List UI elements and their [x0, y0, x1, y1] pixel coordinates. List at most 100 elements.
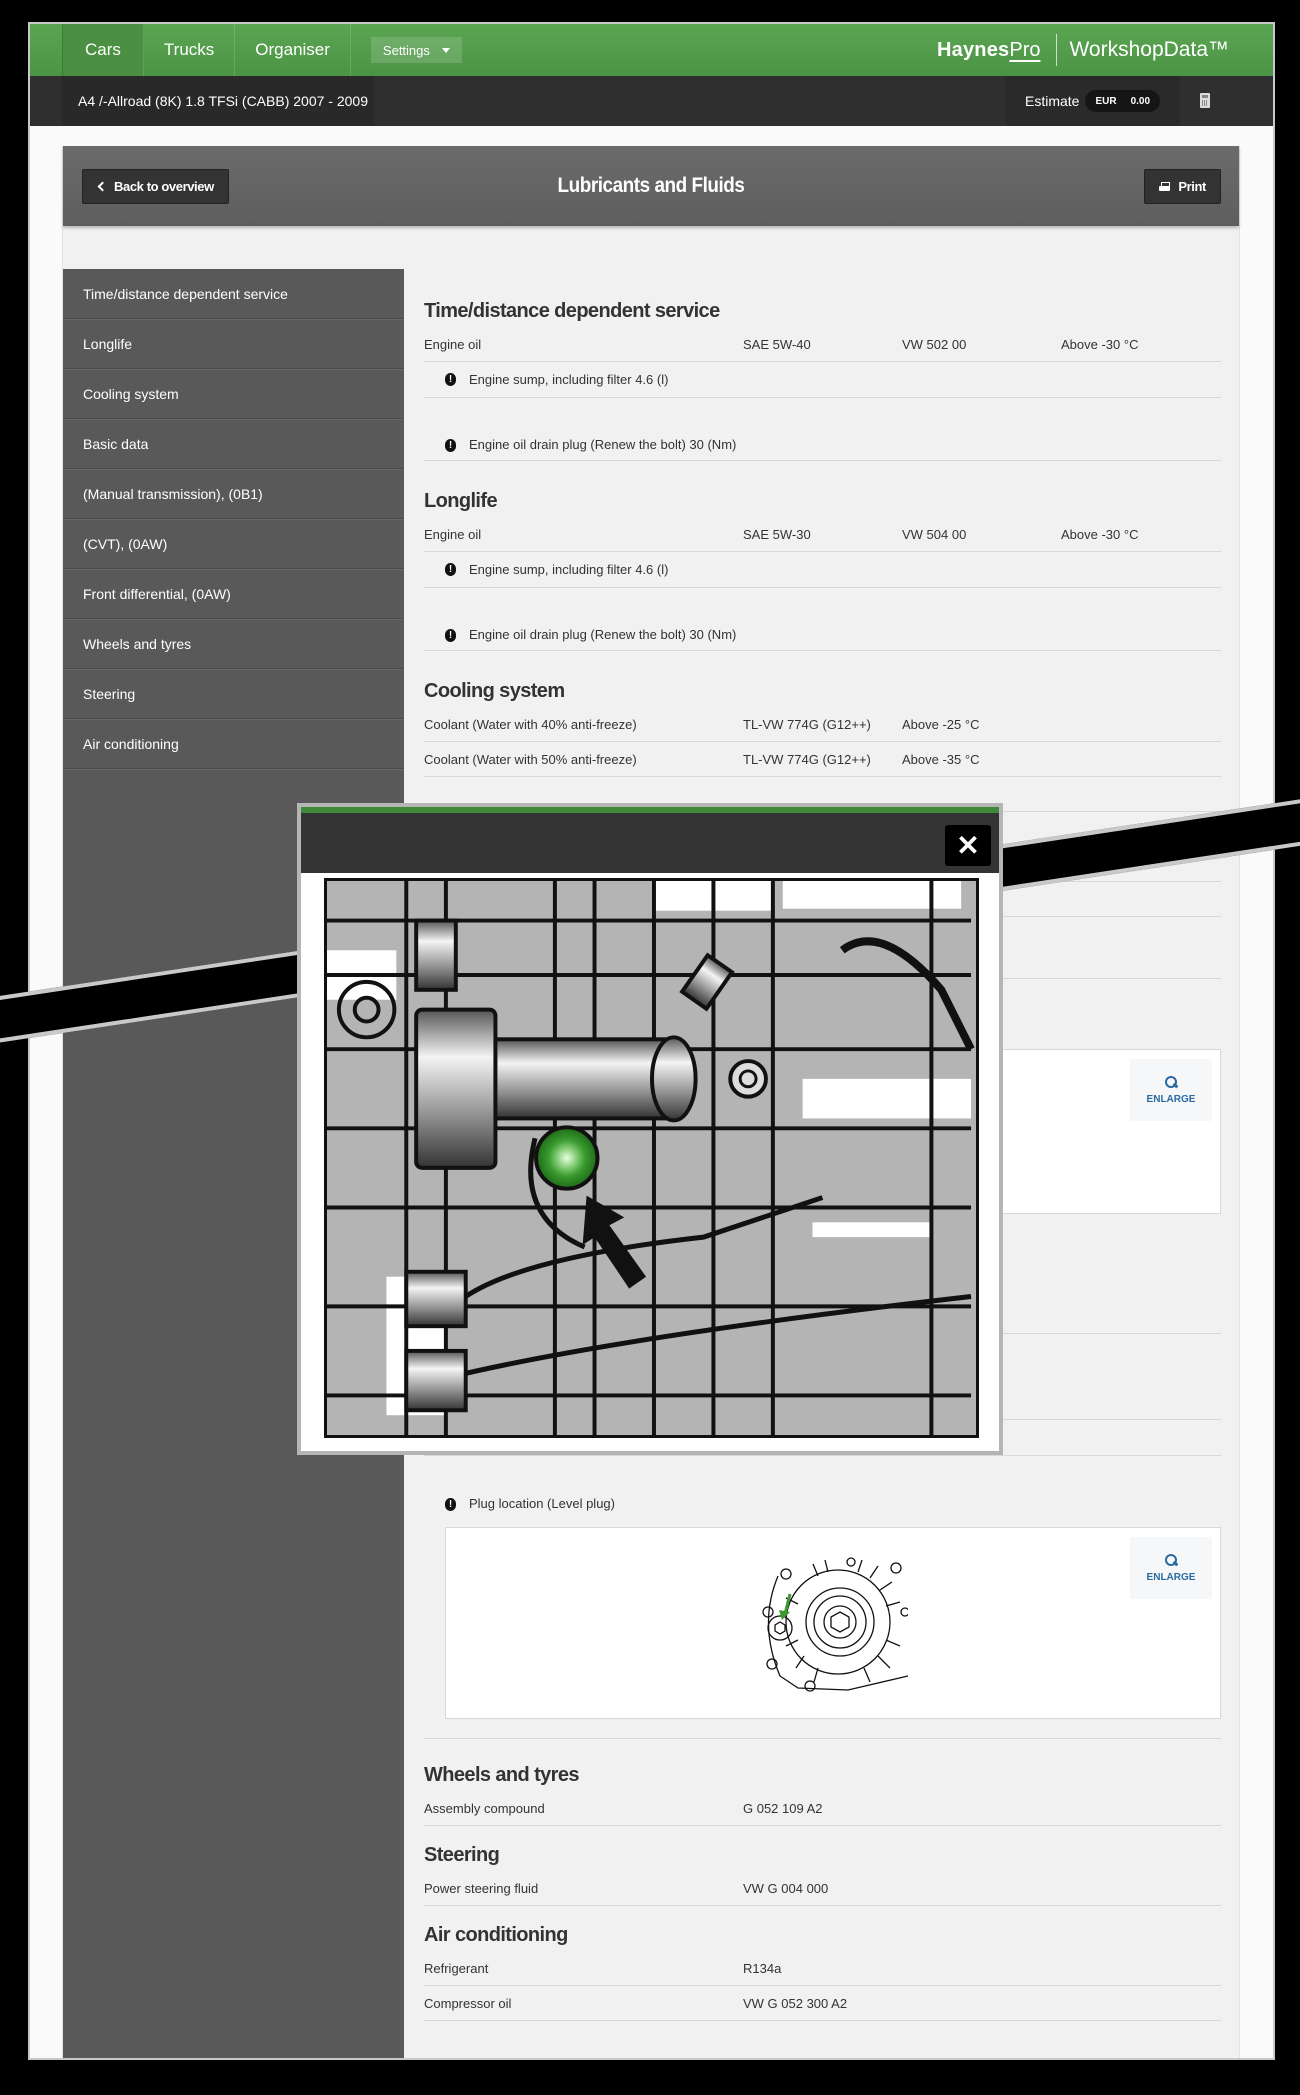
tab-cars[interactable]: Cars	[62, 24, 144, 76]
image-card-plug-location: ENLARGE	[445, 1527, 1221, 1719]
brand-haynes: Haynes	[937, 38, 1010, 61]
note-text: Plug location (Level plug)	[469, 1496, 615, 1511]
enlarge-button[interactable]: ENLARGE	[1130, 1059, 1212, 1121]
magnifier-icon	[1164, 1075, 1178, 1090]
estimate-amount: 0.00	[1130, 95, 1151, 107]
sidebar-item-cooling-system[interactable]: Cooling system	[63, 369, 404, 419]
fluid-temp: Above -30 °C	[1061, 336, 1139, 352]
sidebar-item-time-distance-service[interactable]: Time/distance dependent service	[63, 269, 404, 319]
brand-logo: Haynes Pro WorkshopData™	[937, 24, 1229, 76]
fluid-temp: Above -25 °C	[902, 716, 980, 732]
settings-dropdown[interactable]: Settings	[370, 37, 462, 63]
note-row: ! Engine sump, including filter 4.6 (l)	[424, 362, 1221, 398]
chevron-down-icon	[441, 47, 450, 53]
brand-product: WorkshopData™	[1069, 38, 1229, 61]
table-row: Compressor oil VW G 052 300 A2	[424, 1986, 1221, 2021]
close-icon: ✕	[956, 830, 980, 861]
sidebar-item-cvt[interactable]: (CVT), (0AW)	[63, 519, 404, 569]
fluid-spec: TL-VW 774G (G12++)	[743, 751, 871, 767]
sidebar-item-basic-data[interactable]: Basic data	[63, 419, 404, 469]
fluid-spec: SAE 5W-40	[743, 336, 811, 352]
section-heading-cooling: Cooling system	[424, 680, 565, 702]
print-label: Print	[1178, 179, 1206, 194]
fluid-spec: VW G 052 300 A2	[743, 1995, 848, 2011]
note-text: Engine oil drain plug (Renew the bolt) 3…	[469, 437, 737, 452]
fluid-temp: Above -30 °C	[1061, 526, 1139, 542]
fluid-name: Power steering fluid	[424, 1880, 539, 1896]
brand-pro: Pro	[1009, 38, 1041, 61]
sidebar-item-manual-transmission[interactable]: (Manual transmission), (0B1)	[63, 469, 404, 519]
settings-label: Settings	[382, 42, 430, 58]
fluid-spec: R134a	[743, 1960, 782, 1976]
vehicle-selector[interactable]: A4 /-Allroad (8K) 1.8 TFSi (CABB) 2007 -…	[62, 76, 374, 126]
fluid-name: Refrigerant	[424, 1960, 489, 1976]
tab-trucks[interactable]: Trucks	[144, 24, 236, 76]
estimate-label: Estimate	[1025, 93, 1080, 109]
fluid-name: Coolant (Water with 40% anti-freeze)	[424, 716, 637, 732]
back-label: Back to overview	[114, 179, 214, 194]
fluid-name: Engine oil	[424, 526, 482, 542]
page-title: Lubricants and Fluids	[557, 174, 745, 197]
chevron-left-icon	[97, 181, 108, 192]
table-row: Assembly compound G 052 109 A2	[424, 1791, 1221, 1826]
page-header: Lubricants and Fluids Back to overview P…	[63, 146, 1239, 226]
sidebar-item-wheels-tyres[interactable]: Wheels and tyres	[63, 619, 404, 669]
calculator-icon[interactable]	[1200, 93, 1210, 108]
fluid-temp: Above -35 °C	[902, 751, 980, 767]
sidebar-item-steering[interactable]: Steering	[63, 669, 404, 719]
section-heading-wheels: Wheels and tyres	[424, 1764, 580, 1786]
tab-organiser[interactable]: Organiser	[235, 24, 351, 76]
fluid-norm: VW 504 00	[902, 526, 967, 542]
note-text: Engine sump, including filter 4.6 (l)	[469, 372, 669, 387]
note-row: ! Plug location (Level plug)	[424, 1456, 1221, 1519]
note-row: ! Engine oil drain plug (Renew the bolt)…	[424, 588, 1221, 651]
differential-diagram[interactable]	[758, 1556, 908, 1692]
fluid-spec: TL-VW 774G (G12++)	[743, 716, 871, 732]
table-row: Refrigerant R134a	[424, 1951, 1221, 1986]
estimate-widget[interactable]: Estimate EUR 0.00	[1005, 76, 1180, 126]
note-text: Engine sump, including filter 4.6 (l)	[469, 562, 669, 577]
engine-drain-plug-illustration	[327, 881, 976, 1435]
info-exclamation-icon: !	[445, 439, 456, 452]
info-exclamation-icon: !	[445, 563, 456, 576]
section-heading-aircon: Air conditioning	[424, 1924, 568, 1946]
fluid-name: Coolant (Water with 50% anti-freeze)	[424, 751, 637, 767]
info-exclamation-icon: !	[445, 1498, 456, 1511]
enlarge-button[interactable]: ENLARGE	[1130, 1537, 1212, 1599]
table-row: Engine oil SAE 5W-40 VW 502 00 Above -30…	[424, 327, 1221, 362]
brand-divider	[1056, 34, 1058, 66]
printer-icon	[1159, 181, 1171, 192]
fluid-spec: G 052 109 A2	[743, 1800, 823, 1816]
image-modal: ✕	[297, 803, 1003, 1455]
enlarge-label: ENLARGE	[1146, 1093, 1196, 1105]
modal-header: ✕	[301, 807, 999, 873]
print-button[interactable]: Print	[1144, 169, 1221, 204]
fluid-norm: VW 502 00	[902, 336, 967, 352]
fluid-name: Engine oil	[424, 336, 482, 352]
modal-image	[324, 878, 979, 1438]
table-row: Coolant (Water with 40% anti-freeze) TL-…	[424, 707, 1221, 742]
sidebar-item-air-conditioning[interactable]: Air conditioning	[63, 719, 404, 769]
fluid-spec: SAE 5W-30	[743, 526, 811, 542]
table-row: Coolant (Water with 50% anti-freeze) TL-…	[424, 742, 1221, 777]
back-to-overview-button[interactable]: Back to overview	[82, 169, 229, 204]
fluid-name: Assembly compound	[424, 1800, 545, 1816]
estimate-total: EUR 0.00	[1085, 90, 1161, 112]
close-button[interactable]: ✕	[945, 825, 991, 866]
note-row: ! Engine oil drain plug (Renew the bolt)…	[424, 398, 1221, 461]
enlarge-label: ENLARGE	[1146, 1571, 1196, 1583]
drain-plug-highlight	[534, 1125, 600, 1191]
estimate-currency: EUR	[1095, 95, 1117, 107]
section-heading-service: Time/distance dependent service	[424, 300, 720, 322]
info-exclamation-icon: !	[445, 373, 456, 386]
magnifier-icon	[1164, 1553, 1178, 1568]
fluid-name: Compressor oil	[424, 1995, 512, 2011]
section-heading-steering: Steering	[424, 1844, 500, 1866]
top-navigation: Cars Trucks Organiser Settings Haynes Pr…	[30, 24, 1273, 76]
fluid-spec: VW G 004 000	[743, 1880, 829, 1896]
sidebar-item-longlife[interactable]: Longlife	[63, 319, 404, 369]
sidebar-item-front-differential[interactable]: Front differential, (0AW)	[63, 569, 404, 619]
info-exclamation-icon: !	[445, 629, 456, 642]
table-row: Power steering fluid VW G 004 000	[424, 1871, 1221, 1906]
table-row: Engine oil SAE 5W-30 VW 504 00 Above -30…	[424, 517, 1221, 552]
